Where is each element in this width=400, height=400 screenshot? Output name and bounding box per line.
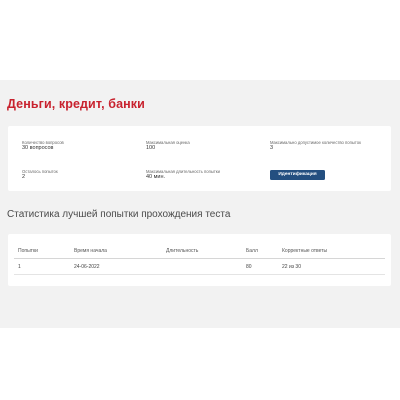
column-header-correct-answers: Корректные ответы <box>282 248 328 254</box>
cell-attempt: 1 <box>18 264 21 270</box>
content-area <box>0 80 400 328</box>
info-max-score: Максимальная оценка 100 <box>146 140 256 152</box>
page-title: Деньги, кредит, банки <box>7 97 145 111</box>
cell-start-time: 24-06-2022 <box>74 264 100 270</box>
test-info-card: Количество вопросов 30 вопросов Максимал… <box>8 126 391 191</box>
info-attempts-left: Осталось попыток 2 <box>22 169 132 181</box>
identify-button[interactable]: Идентификация <box>270 170 325 180</box>
info-questions-count-value: 30 вопросов <box>22 145 54 152</box>
cell-score: 80 <box>246 264 252 270</box>
info-max-score-value: 100 <box>146 145 156 152</box>
info-max-duration-value: 40 мин. <box>146 174 166 181</box>
info-questions-count: Количество вопросов 30 вопросов <box>22 140 132 152</box>
info-max-attempts: Максимально допустимое количество попыто… <box>270 140 380 152</box>
page: Деньги, кредит, банки Количество вопросо… <box>0 0 400 400</box>
column-header-duration: Длительность <box>166 248 199 254</box>
column-header-start-time: Время начала <box>74 248 107 254</box>
column-header-attempts: Попытки <box>18 248 38 254</box>
info-attempts-left-value: 2 <box>22 174 26 181</box>
column-header-score: Балл <box>246 248 258 254</box>
stats-table: Попытки Время начала Длительность Балл К… <box>8 234 391 286</box>
table-row: 1 24-06-2022 80 22 из 30 <box>14 264 385 275</box>
info-max-attempts-label: Максимально допустимое количество попыто… <box>270 140 361 145</box>
cell-correct-answers: 22 из 30 <box>282 264 301 270</box>
info-max-attempts-value: 3 <box>270 145 274 152</box>
table-header-row: Попытки Время начала Длительность Балл К… <box>14 248 385 259</box>
info-max-duration: Максимальная длительность попытки 40 мин… <box>146 169 256 181</box>
stats-title: Статистика лучшей попытки прохождения те… <box>7 209 231 220</box>
